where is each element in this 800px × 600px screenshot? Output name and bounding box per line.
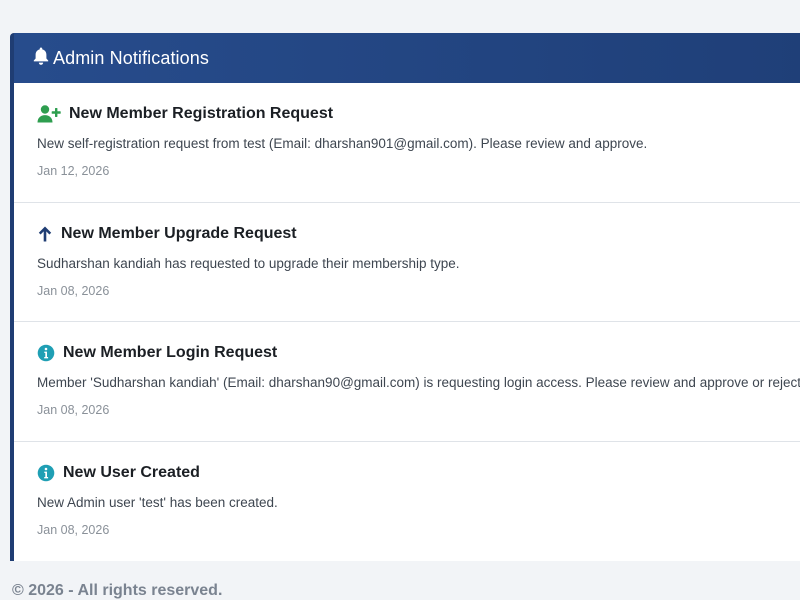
footer-copyright: © 2026 - All rights reserved. <box>12 582 223 599</box>
arrow-up-icon <box>37 225 53 243</box>
info-circle-icon <box>37 464 55 482</box>
panel-title: Admin Notifications <box>53 47 209 68</box>
panel-header: Admin Notifications <box>14 33 800 83</box>
notification-item[interactable]: New Member Login Request Member 'Sudhars… <box>14 322 800 442</box>
notification-title: New Member Login Request <box>63 344 278 361</box>
notification-message: New self-registration request from test … <box>37 136 648 151</box>
notification-message: Member 'Sudharshan kandiah' (Email: dhar… <box>37 375 800 390</box>
notification-message: Sudharshan kandiah has requested to upgr… <box>37 255 460 271</box>
notification-title: New Member Registration Request <box>69 105 334 122</box>
user-plus-icon <box>37 104 61 124</box>
notification-item[interactable]: New Member Upgrade Request Sudharshan ka… <box>14 203 800 322</box>
notification-date: Jan 08, 2026 <box>37 283 110 298</box>
info-circle-icon <box>37 344 55 362</box>
notification-date: Jan 08, 2026 <box>37 522 110 537</box>
notification-message: New Admin user 'test' has been created. <box>37 494 278 510</box>
notification-title: New Member Upgrade Request <box>61 224 297 242</box>
notifications-panel: Admin Notifications New Member Registrat… <box>10 33 800 561</box>
notification-date: Jan 12, 2026 <box>37 164 110 178</box>
notification-title: New User Created <box>63 463 200 481</box>
notification-item[interactable]: New Member Registration Request New self… <box>14 83 800 203</box>
bell-icon <box>32 46 53 71</box>
notification-item[interactable]: New User Created New Admin user 'test' h… <box>14 442 800 562</box>
notification-date: Jan 08, 2026 <box>37 403 110 417</box>
